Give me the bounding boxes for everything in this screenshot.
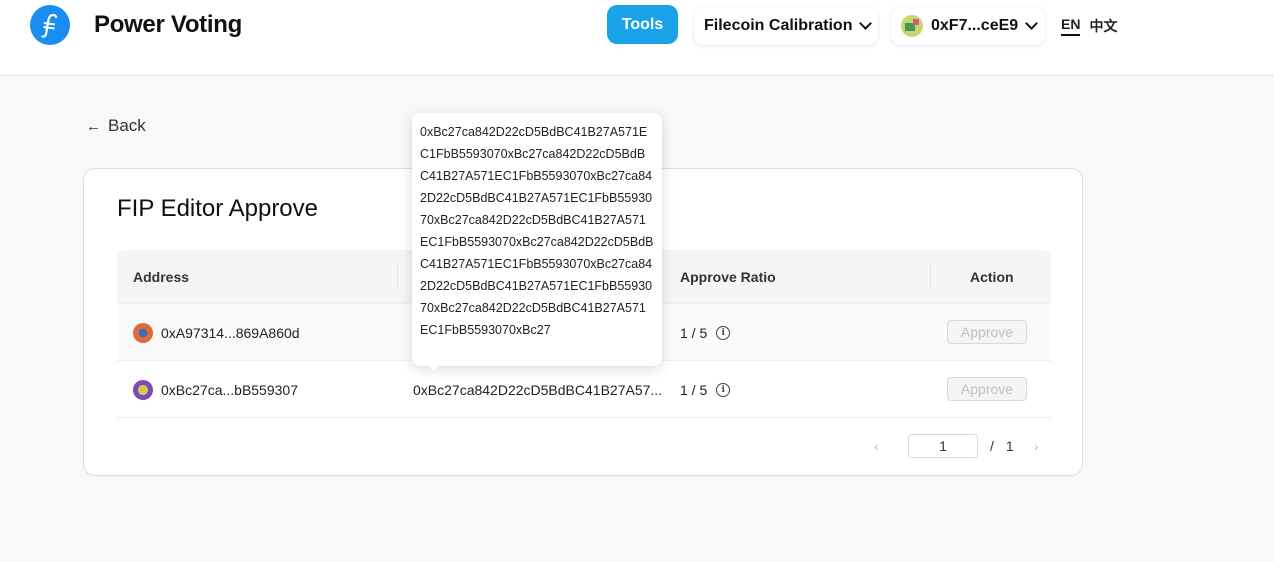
page-input[interactable]: 1	[908, 434, 978, 458]
ratio-value: 1 / 5	[680, 325, 708, 341]
network-selector[interactable]: Filecoin Calibration	[694, 7, 878, 45]
column-divider	[930, 264, 931, 290]
cid-tooltip: 0xBc27ca842D22cD5BdBC41B27A571EC1FbB5593…	[412, 113, 662, 366]
wallet-avatar	[901, 15, 923, 37]
approve-button[interactable]: Approve	[947, 377, 1027, 401]
approve-button[interactable]: Approve	[947, 320, 1027, 344]
tools-button[interactable]: Tools	[607, 5, 678, 44]
top-header: Power Voting Tools Filecoin Calibration …	[0, 0, 1274, 76]
app-title[interactable]: Power Voting	[94, 11, 242, 39]
avatar	[133, 380, 153, 400]
wallet-address: 0xF7...ceE9	[931, 17, 1019, 34]
language-switcher: EN 中文	[1061, 16, 1117, 36]
column-address: Address	[133, 269, 190, 285]
cid-cell[interactable]: 0xBc27ca842D22cD5BdBC41B27A57...	[413, 382, 662, 398]
chevron-down-icon	[859, 17, 873, 30]
address-cell[interactable]: 0xBc27ca...bB559307	[161, 382, 298, 398]
prev-page-icon[interactable]: ‹	[874, 438, 884, 454]
lang-en[interactable]: EN	[1061, 16, 1081, 36]
arrow-left-icon: ←	[86, 117, 101, 135]
table-row: 0xBc27ca...bB559307 0xBc27ca842D22cD5BdB…	[117, 361, 1051, 418]
page-separator: /	[990, 438, 994, 454]
approve-ratio-cell: 1 / 5 i	[680, 382, 731, 398]
ratio-value: 1 / 5	[680, 382, 708, 398]
page-title: FIP Editor Approve	[117, 195, 318, 222]
column-action: Action	[970, 269, 1014, 285]
network-label: Filecoin Calibration	[704, 17, 853, 34]
next-page-icon[interactable]: ›	[1034, 438, 1044, 454]
tooltip-arrow	[428, 365, 440, 371]
wallet-selector[interactable]: 0xF7...ceE9	[891, 7, 1045, 45]
info-icon[interactable]: i	[716, 326, 731, 340]
lang-zh[interactable]: 中文	[1089, 16, 1117, 36]
column-divider	[397, 264, 398, 290]
chevron-down-icon	[1025, 17, 1039, 30]
back-label: Back	[108, 116, 146, 135]
back-link[interactable]: ← Back	[86, 116, 146, 136]
approve-ratio-cell: 1 / 5 i	[680, 325, 731, 341]
address-cell[interactable]: 0xA97314...869A860d	[161, 325, 300, 341]
avatar	[133, 323, 153, 343]
column-approve-ratio: Approve Ratio	[680, 269, 776, 285]
filecoin-logo-icon[interactable]	[30, 5, 70, 45]
info-icon[interactable]: i	[716, 383, 731, 397]
page-total: 1	[1005, 438, 1014, 454]
pagination: ‹ 1 / 1 ›	[874, 434, 1044, 458]
